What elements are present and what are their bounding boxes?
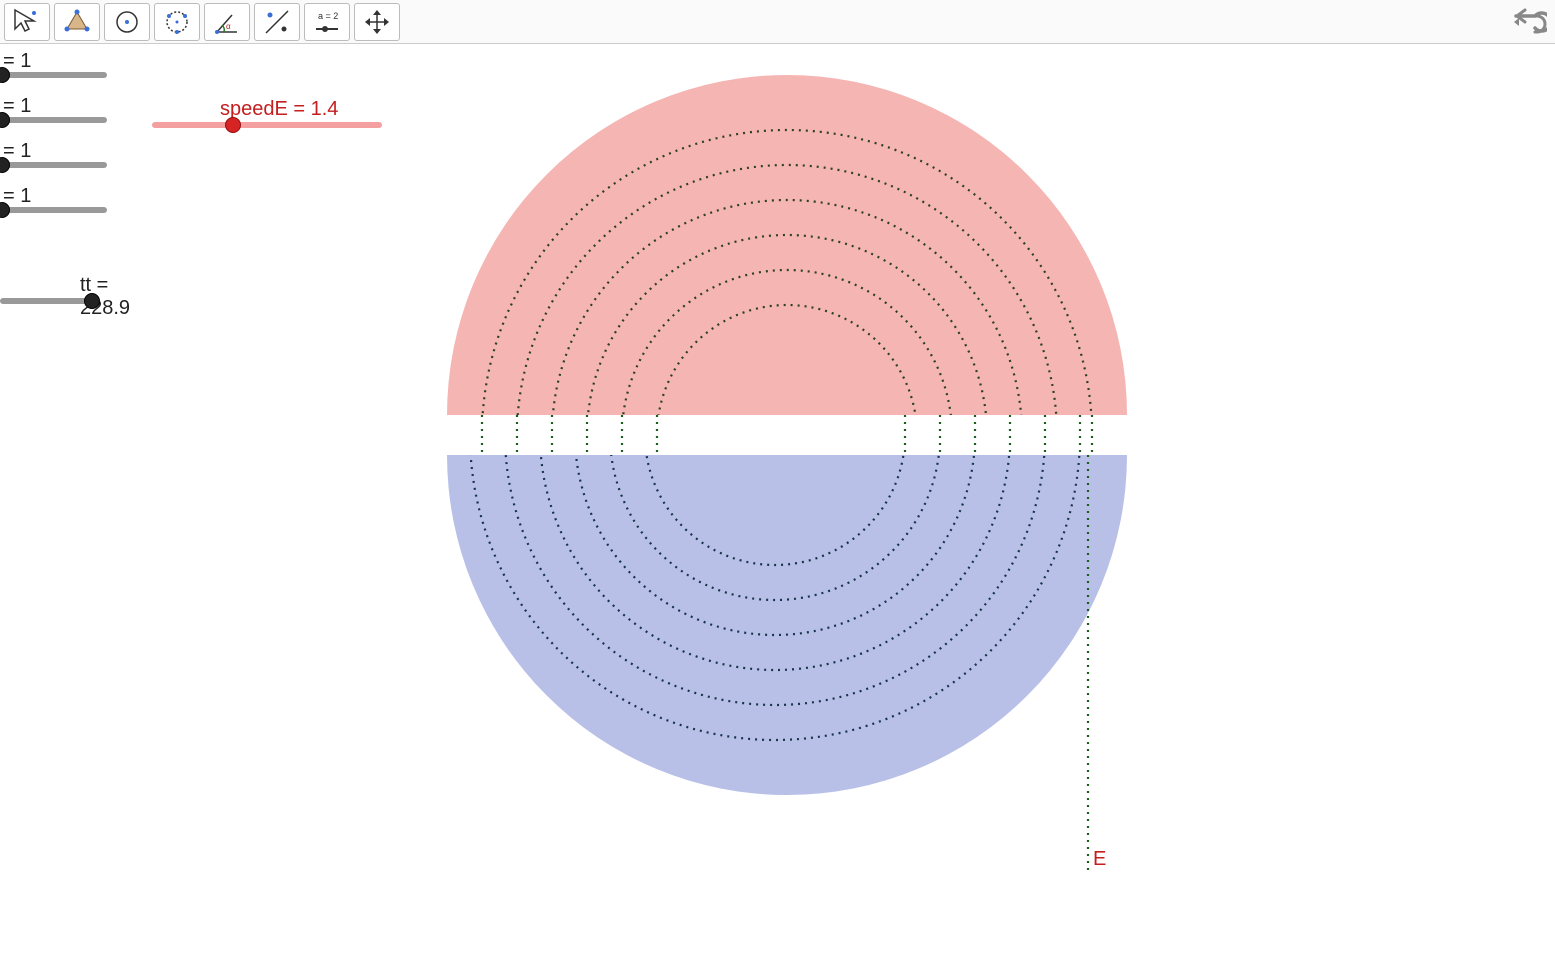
- bottom-dee: [447, 455, 1127, 795]
- toolbar: α a = 2: [0, 0, 1555, 44]
- slider-icon: a = 2: [312, 7, 342, 37]
- cyclotron-diagram: [0, 44, 1555, 972]
- circle-tool-button[interactable]: [104, 3, 150, 41]
- graphics-view[interactable]: = 1 = 1 = 1 = 1 speedE = 1.4 tt = 228.9: [0, 44, 1555, 972]
- svg-text:a = 2: a = 2: [318, 11, 338, 21]
- circle-arc-tool-button[interactable]: [154, 3, 200, 41]
- point-E-label: E: [1093, 848, 1106, 871]
- reflect-icon: [262, 7, 292, 37]
- move-cursor-icon: [12, 7, 42, 37]
- move-view-tool-button[interactable]: [354, 3, 400, 41]
- move-view-icon: [362, 7, 392, 37]
- gap-crossings: [482, 415, 1092, 455]
- svg-text:α: α: [226, 22, 231, 31]
- circle-3pt-icon: [162, 7, 192, 37]
- undo-icon: [1511, 4, 1547, 40]
- point-tool-button[interactable]: [54, 3, 100, 41]
- angle-icon: α: [212, 7, 242, 37]
- polygon-icon: [62, 7, 92, 37]
- circle-icon: [112, 7, 142, 37]
- reflect-tool-button[interactable]: [254, 3, 300, 41]
- slider-tool-button[interactable]: a = 2: [304, 3, 350, 41]
- move-tool-button[interactable]: [4, 3, 50, 41]
- undo-button[interactable]: [1511, 4, 1547, 45]
- angle-tool-button[interactable]: α: [204, 3, 250, 41]
